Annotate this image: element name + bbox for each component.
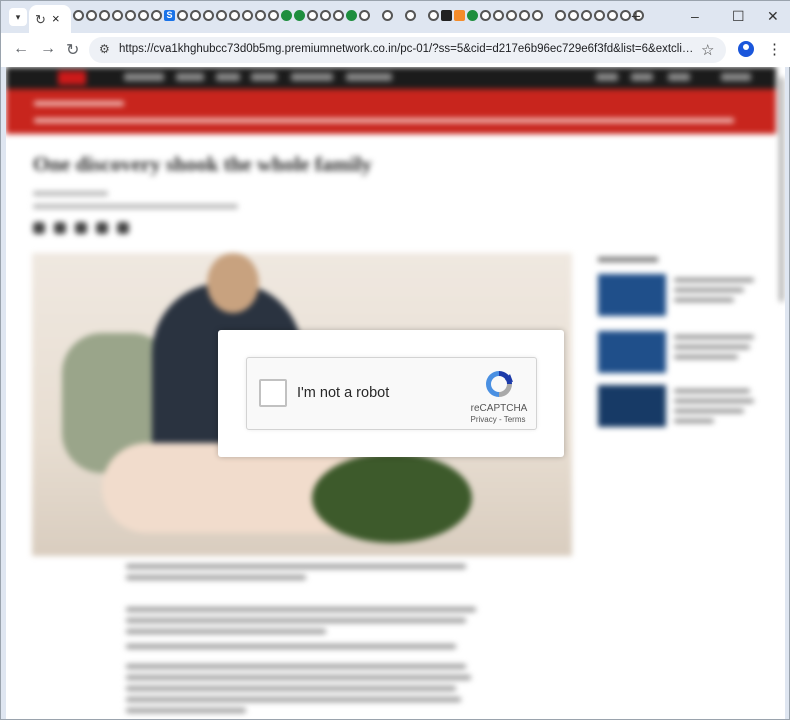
menu-icon[interactable]: ⋮ <box>767 40 782 58</box>
tab-favicon[interactable] <box>242 10 253 21</box>
tab-favicon[interactable] <box>112 10 123 21</box>
recaptcha-links: Privacy - Terms <box>467 415 529 424</box>
tab-favicon[interactable] <box>138 10 149 21</box>
tab-favicon[interactable] <box>467 10 478 21</box>
checkbox-label: I'm not a robot <box>297 385 390 401</box>
share-icon[interactable] <box>33 222 45 234</box>
privacy-link[interactable]: Privacy <box>471 415 497 424</box>
tab-favicon[interactable] <box>519 10 530 21</box>
tab-favicon[interactable]: S <box>164 10 175 21</box>
article-headline: One discovery shook the whole family <box>33 152 372 176</box>
share-icon[interactable] <box>117 222 129 234</box>
tab-favicon[interactable] <box>307 10 318 21</box>
site-info-icon[interactable]: ⚙ <box>99 42 110 56</box>
minimize-icon[interactable]: – <box>691 8 699 24</box>
tab-favicon[interactable] <box>532 10 543 21</box>
tab-favicon[interactable] <box>454 10 465 21</box>
browser-window: ▾ ↻ × S + – ☐ ✕ ← → ↻ ⚙ https://cva1khgh… <box>0 0 790 720</box>
breaking-news-banner <box>6 89 776 134</box>
tab-favicon[interactable] <box>581 10 592 21</box>
bookmark-star-icon[interactable]: ☆ <box>701 41 714 59</box>
tab-favicon[interactable] <box>480 10 491 21</box>
tab-favicon[interactable] <box>594 10 605 21</box>
tab-favicon[interactable] <box>73 10 84 21</box>
tab-favicon[interactable] <box>125 10 136 21</box>
not-a-robot-checkbox[interactable] <box>259 379 287 407</box>
tab-favicon[interactable] <box>506 10 517 21</box>
terms-link[interactable]: Terms <box>504 415 526 424</box>
tab-bar: ▾ ↻ × S + – ☐ ✕ <box>1 1 790 33</box>
tab-favicon[interactable] <box>405 10 416 21</box>
tab-strip: S <box>73 10 644 24</box>
tab-favicon[interactable] <box>281 10 292 21</box>
sidebar-story <box>598 385 758 427</box>
share-icon[interactable] <box>75 222 87 234</box>
tab-favicon[interactable] <box>99 10 110 21</box>
recaptcha-brand: reCAPTCHA <box>470 403 528 414</box>
share-icon[interactable] <box>96 222 108 234</box>
profile-avatar-icon[interactable] <box>738 41 754 57</box>
tab-favicon[interactable] <box>568 10 579 21</box>
site-nav-bar <box>6 67 776 89</box>
tab-favicon[interactable] <box>555 10 566 21</box>
tab-favicon[interactable] <box>86 10 97 21</box>
tab-favicon[interactable] <box>190 10 201 21</box>
tab-favicon[interactable] <box>203 10 214 21</box>
close-window-icon[interactable]: ✕ <box>767 8 779 25</box>
site-logo <box>58 71 86 85</box>
tab-favicon[interactable] <box>177 10 188 21</box>
tab-favicon[interactable] <box>620 10 631 21</box>
tab-favicon[interactable] <box>268 10 279 21</box>
tab-favicon[interactable] <box>255 10 266 21</box>
tab-favicon[interactable] <box>216 10 227 21</box>
tab-favicon[interactable] <box>346 10 357 21</box>
tab-favicon[interactable] <box>607 10 618 21</box>
tab-favicon[interactable] <box>428 10 439 21</box>
maximize-icon[interactable]: ☐ <box>732 8 745 25</box>
tab-favicon[interactable] <box>294 10 305 21</box>
tab-favicon[interactable] <box>229 10 240 21</box>
browser-toolbar: ← → ↻ ⚙ https://cva1khghubcc73d0b5mg.pre… <box>1 33 790 67</box>
sidebar-story <box>598 274 758 316</box>
tab-favicon[interactable] <box>382 10 393 21</box>
tab-favicon[interactable] <box>333 10 344 21</box>
reload-icon[interactable]: ↻ <box>66 40 79 60</box>
back-icon[interactable]: ← <box>13 40 29 58</box>
address-bar[interactable]: ⚙ https://cva1khghubcc73d0b5mg.premiumne… <box>89 37 726 63</box>
forward-icon[interactable]: → <box>40 40 56 58</box>
tab-favicon[interactable] <box>151 10 162 21</box>
page-scrollbar[interactable] <box>779 77 784 302</box>
tab-favicon[interactable] <box>359 10 370 21</box>
share-icon[interactable] <box>54 222 66 234</box>
link-separator: - <box>496 415 504 424</box>
tab-favicon[interactable] <box>493 10 504 21</box>
active-tab[interactable]: ↻ × <box>29 5 71 33</box>
sidebar-story <box>598 331 758 373</box>
close-icon[interactable]: × <box>52 11 60 26</box>
share-buttons <box>33 222 129 234</box>
new-tab-icon[interactable]: + <box>631 7 641 27</box>
tab-search-icon[interactable]: ▾ <box>9 8 27 26</box>
url-text[interactable]: https://cva1khghubcc73d0b5mg.premiumnetw… <box>119 43 694 55</box>
loading-icon: ↻ <box>35 12 46 27</box>
tab-favicon[interactable] <box>320 10 331 21</box>
tab-favicon[interactable] <box>441 10 452 21</box>
recaptcha-logo-icon <box>486 371 513 397</box>
recaptcha-widget: I'm not a robot reCAPTCHA Privacy - Term… <box>246 357 537 430</box>
